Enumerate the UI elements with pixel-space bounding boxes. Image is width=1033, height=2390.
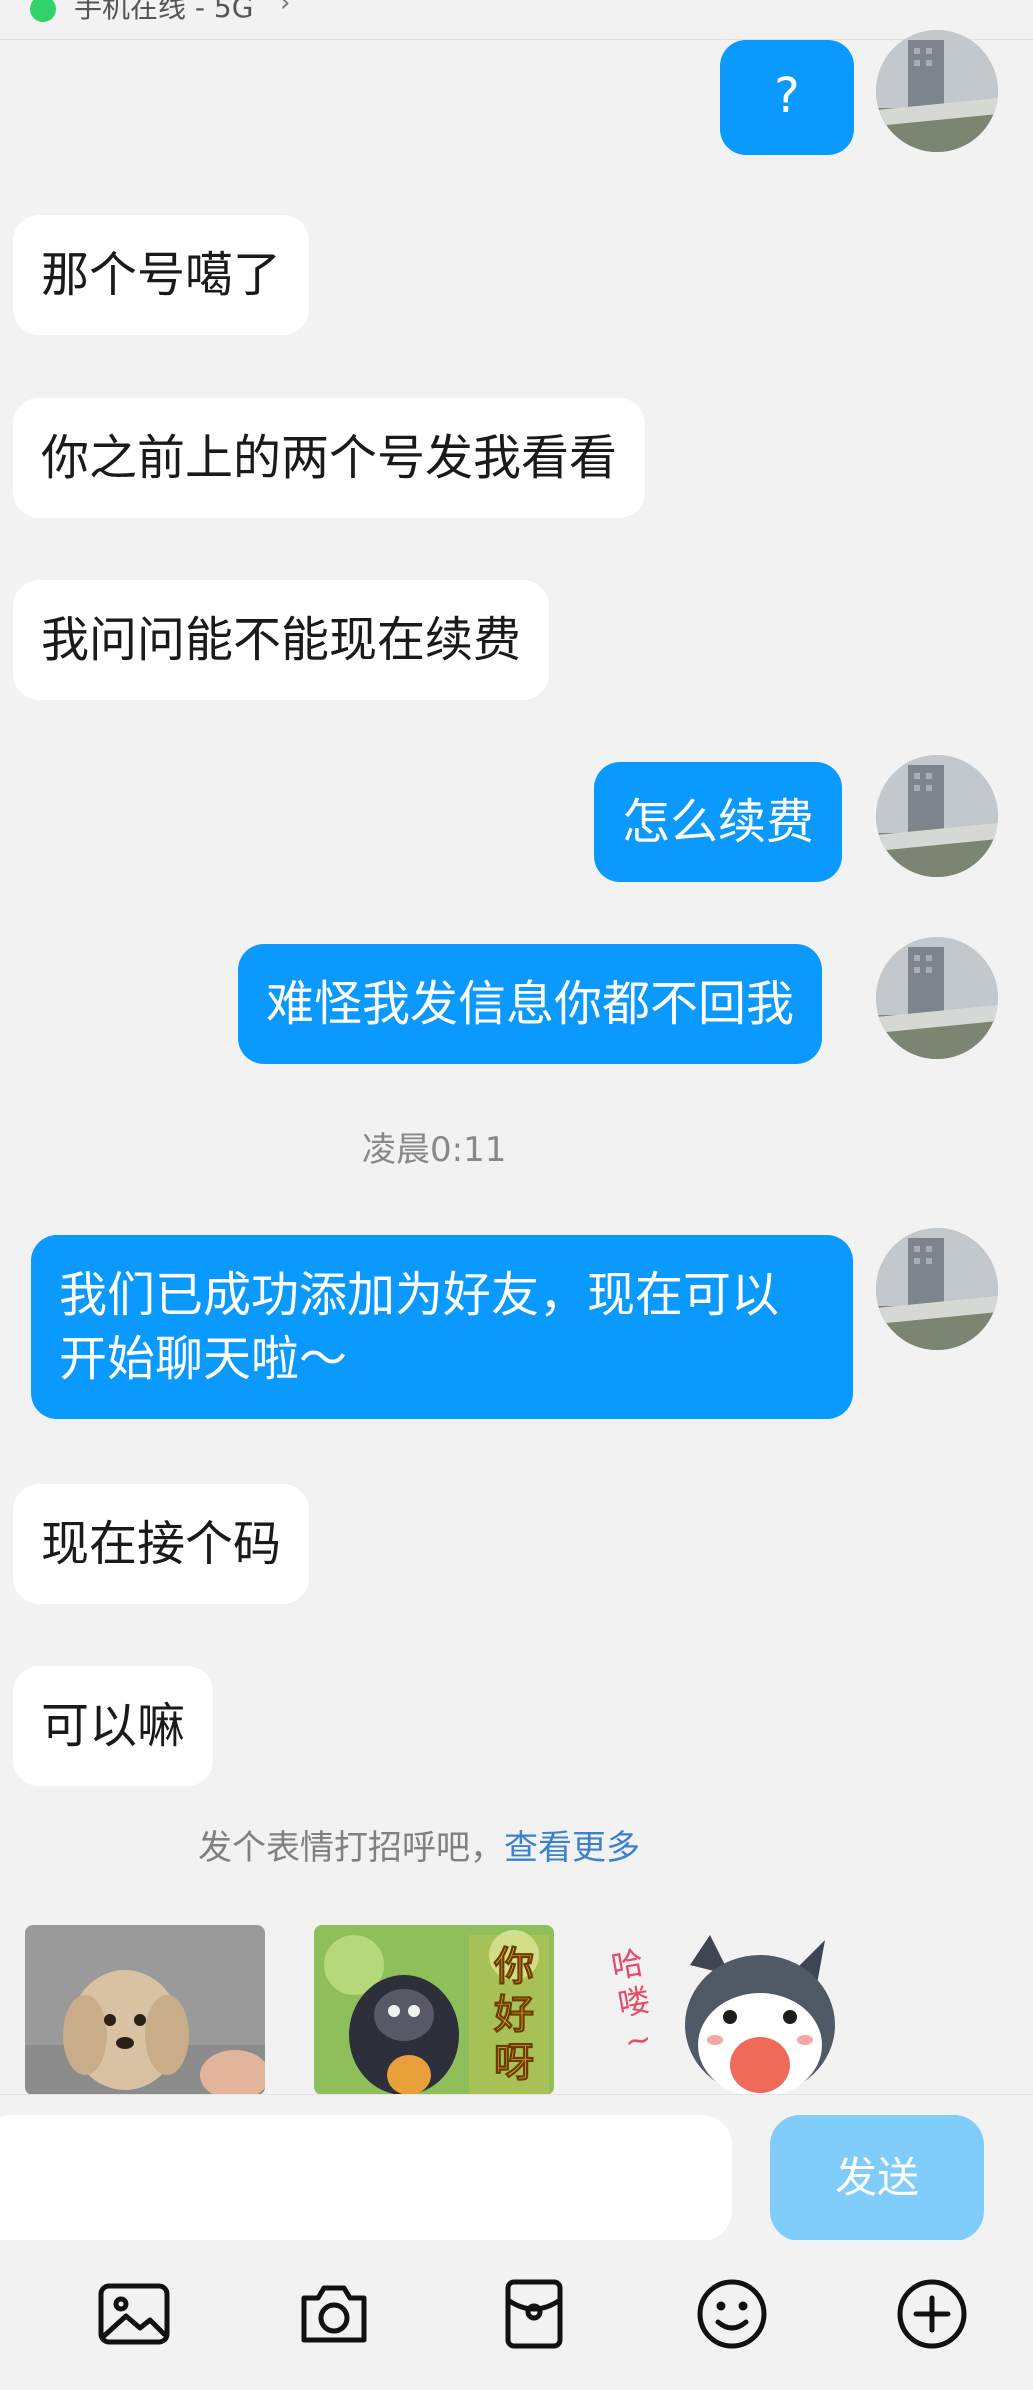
sticker-hint: 发个表情打招呼吧，查看更多: [198, 1820, 640, 1869]
chevron-right-icon: ›: [280, 0, 291, 18]
sticker-hint-text: 发个表情打招呼吧，: [198, 1828, 504, 1868]
image-icon[interactable]: [96, 2276, 172, 2352]
status-bar[interactable]: 手机在线 - 5G ›: [0, 0, 1033, 40]
incoming-message[interactable]: 可以嘛: [13, 1666, 214, 1786]
plus-icon[interactable]: [894, 2276, 970, 2352]
message-input-bar: 发送: [0, 2094, 1033, 2241]
view-more-link[interactable]: 查看更多: [504, 1828, 640, 1868]
message-text: 可以嘛: [41, 1698, 186, 1754]
my-avatar[interactable]: [876, 937, 998, 1059]
message-text: 那个号噶了: [41, 247, 282, 303]
message-text: 你之前上的两个号发我看看: [41, 430, 618, 486]
my-avatar[interactable]: [876, 1228, 998, 1350]
message-timestamp: 凌晨0:11: [362, 1130, 507, 1170]
incoming-message[interactable]: 我问问能不能现在续费: [13, 580, 550, 700]
message-input[interactable]: [0, 2115, 732, 2241]
outgoing-message[interactable]: ?: [720, 40, 854, 155]
camera-icon[interactable]: [296, 2276, 372, 2352]
sticker-caption: 你好呀: [494, 1944, 535, 2087]
online-status-text: 手机在线 - 5G: [74, 0, 254, 24]
husky-sticker[interactable]: 哈喽~: [600, 1925, 840, 2095]
message-text: 现在接个码: [41, 1516, 282, 1572]
message-text-line2: 开始聊天啦～: [59, 1331, 348, 1387]
my-avatar[interactable]: [876, 30, 998, 152]
message-text: 我们已成功添加为好友，现在可以: [59, 1267, 780, 1323]
incoming-message[interactable]: 现在接个码: [13, 1484, 310, 1604]
send-button[interactable]: 发送: [770, 2115, 984, 2241]
outgoing-message[interactable]: 难怪我发信息你都不回我: [238, 944, 823, 1064]
emoji-icon[interactable]: [694, 2276, 770, 2352]
message-text: ?: [774, 68, 800, 124]
puppy-sticker[interactable]: [25, 1925, 265, 2095]
chat-toolbar: [0, 2240, 1033, 2390]
incoming-message[interactable]: 你之前上的两个号发我看看: [13, 398, 646, 518]
outgoing-message[interactable]: 我们已成功添加为好友，现在可以 开始聊天啦～: [31, 1235, 853, 1419]
my-avatar[interactable]: [876, 755, 998, 877]
outgoing-message[interactable]: 怎么续费: [594, 762, 843, 882]
monkey-sticker[interactable]: 你好呀: [314, 1925, 554, 2095]
red-packet-icon[interactable]: [496, 2276, 572, 2352]
message-text: 我问问能不能现在续费: [41, 612, 522, 668]
message-text: 难怪我发信息你都不回我: [266, 976, 795, 1032]
message-text: 怎么续费: [622, 794, 815, 850]
online-status-dot: [30, 0, 56, 22]
incoming-message[interactable]: 那个号噶了: [13, 215, 310, 335]
